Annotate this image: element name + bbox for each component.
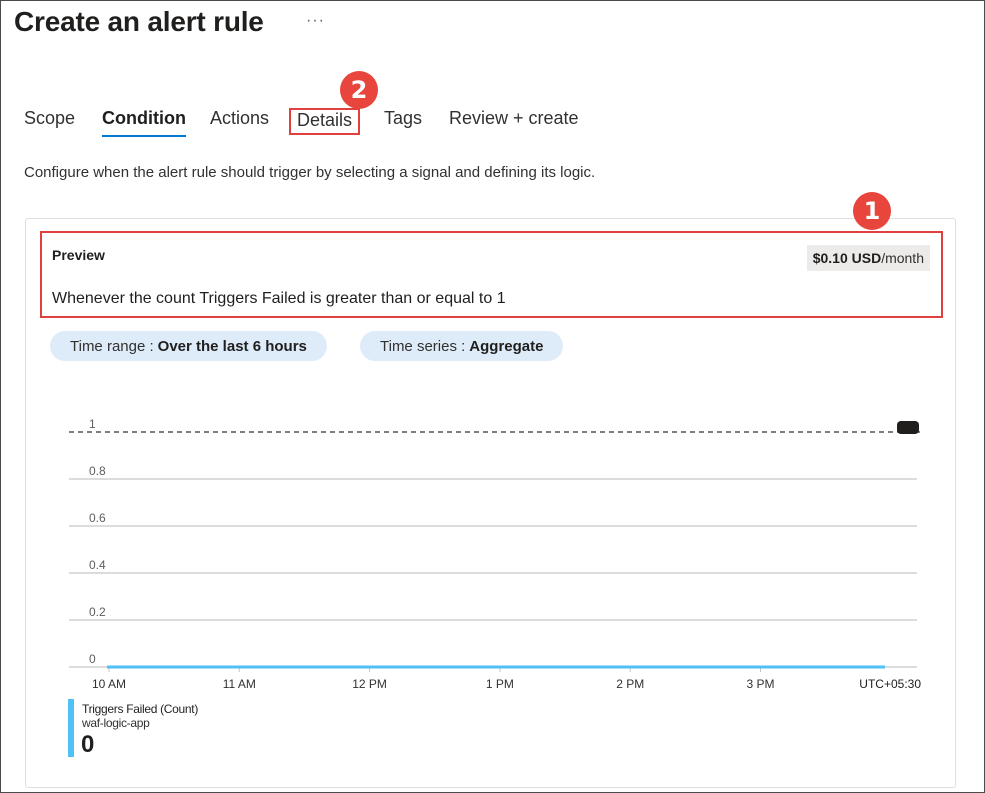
- legend-series-name: Triggers Failed (Count): [82, 702, 199, 716]
- x-tick-label: 12 PM: [352, 677, 387, 691]
- y-tick-label: 0.2: [89, 605, 106, 619]
- metric-chart: 0 0.2 0.4 0.6 0.8 1 10 AM 11 AM 12 PM 1 PM 2 PM 3 P…: [69, 417, 922, 691]
- x-tick-label: 2 PM: [616, 677, 644, 691]
- threshold-marker: [897, 421, 919, 434]
- y-tick-label: 0.4: [89, 558, 106, 572]
- y-tick-label: 0.8: [89, 464, 106, 478]
- x-tick-label: 11 AM: [223, 677, 256, 691]
- y-tick-label: 0.6: [89, 511, 106, 525]
- legend-resource-name: waf-logic-app: [82, 716, 150, 730]
- x-tick-label: 1 PM: [486, 677, 514, 691]
- y-tick-label: 0: [89, 652, 96, 666]
- legend-color-bar: [68, 699, 74, 757]
- timezone-label: UTC+05:30: [859, 677, 921, 691]
- legend-value: 0: [81, 731, 95, 758]
- x-tick-label: 10 AM: [92, 677, 126, 691]
- y-tick-label: 1: [89, 417, 96, 431]
- x-tick-label: 3 PM: [746, 677, 774, 691]
